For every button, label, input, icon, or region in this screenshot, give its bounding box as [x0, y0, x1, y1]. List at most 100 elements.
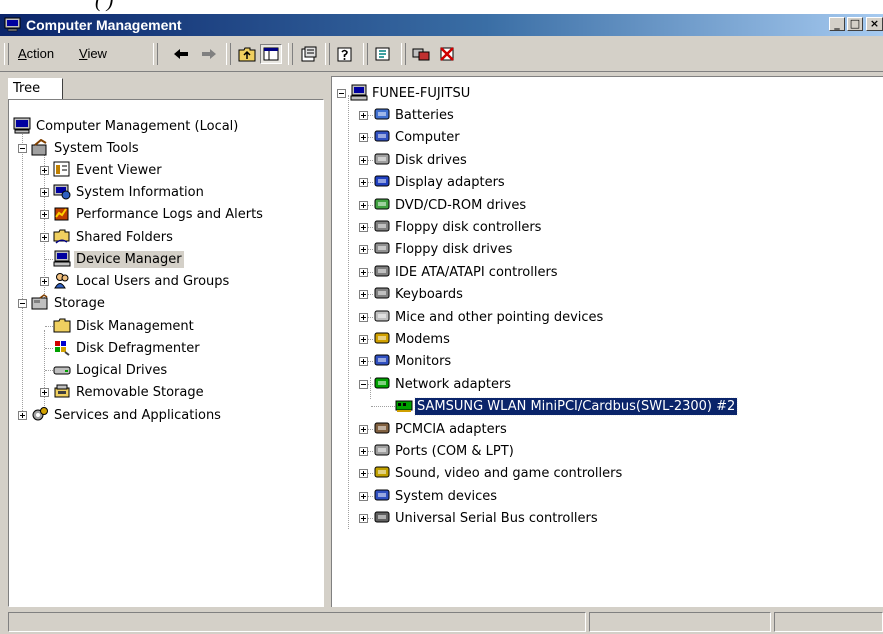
forward-button[interactable]	[198, 44, 220, 64]
help-button[interactable]	[334, 44, 356, 64]
expand-toggle[interactable]	[359, 178, 368, 187]
device-category-label: Floppy disk drives	[395, 242, 513, 257]
device-list-pane[interactable]: FUNEE-FUJITSU Batteries Computer Disk driv…	[331, 76, 883, 607]
expand-toggle[interactable]	[359, 201, 368, 210]
expand-toggle[interactable]	[359, 335, 368, 344]
device-category-label: Disk drives	[395, 153, 467, 168]
export-list-button[interactable]	[372, 44, 394, 64]
computer-name: FUNEE-FUJITSU	[372, 86, 471, 101]
computer-management-icon	[4, 17, 21, 32]
expand-toggle[interactable]	[18, 411, 27, 420]
disk-drive-icon	[374, 153, 390, 165]
connect-button[interactable]	[410, 44, 432, 64]
minimize-button[interactable]: _	[829, 17, 845, 31]
expand-toggle[interactable]	[40, 277, 49, 286]
export-list-icon	[375, 47, 390, 61]
sound-icon	[374, 466, 390, 478]
device-category-label: Mice and other pointing devices	[395, 310, 604, 325]
expand-toggle[interactable]	[359, 313, 368, 322]
title-bar[interactable]: Computer Management _ □ ×	[0, 14, 883, 36]
pcmcia-icon	[374, 422, 390, 434]
expand-toggle[interactable]	[359, 514, 368, 523]
computer-management-window: Computer Management _ □ × Action View Tr…	[0, 14, 883, 634]
forward-arrow-icon	[202, 49, 216, 59]
menu-action[interactable]: Action	[18, 46, 54, 61]
tab-strip: Tree	[8, 76, 63, 100]
expand-toggle[interactable]	[359, 357, 368, 366]
device-category-label: Modems	[395, 332, 450, 347]
performance-logs-icon	[54, 207, 69, 221]
device-category-label: Keyboards	[395, 287, 463, 302]
expand-toggle[interactable]	[359, 111, 368, 120]
status-panel-3	[774, 612, 883, 632]
tree-label: Removable Storage	[76, 385, 204, 400]
tree-label: Device Manager	[74, 251, 184, 268]
tree-label: System Tools	[54, 141, 139, 156]
defragmenter-icon	[55, 341, 70, 356]
expand-toggle[interactable]	[359, 245, 368, 254]
tree-line	[371, 406, 395, 407]
toolbar-grip	[153, 43, 158, 65]
computer-icon	[13, 117, 31, 134]
expand-toggle[interactable]	[40, 233, 49, 242]
properties-button[interactable]	[298, 44, 320, 64]
expand-toggle[interactable]	[359, 223, 368, 232]
expand-toggle[interactable]	[359, 447, 368, 456]
disconnect-button[interactable]	[436, 44, 458, 64]
expand-toggle[interactable]	[359, 492, 368, 501]
caption-fragment: ( )	[0, 0, 883, 14]
disconnect-icon	[440, 47, 454, 61]
expand-toggle[interactable]	[359, 290, 368, 299]
monitor-icon	[374, 354, 390, 366]
back-button[interactable]	[170, 44, 192, 64]
up-folder-icon	[238, 47, 256, 62]
close-button[interactable]: ×	[866, 17, 883, 31]
connect-icon	[412, 48, 430, 61]
collapse-toggle[interactable]	[18, 299, 27, 308]
expand-toggle[interactable]	[359, 469, 368, 478]
menu-action-accel: A	[18, 46, 27, 61]
expand-toggle[interactable]	[359, 156, 368, 165]
storage-icon	[31, 294, 48, 310]
expand-toggle[interactable]	[40, 210, 49, 219]
status-panel-2	[589, 612, 771, 632]
port-icon	[374, 444, 390, 456]
show-hide-tree-button[interactable]	[260, 44, 282, 64]
collapse-toggle[interactable]	[359, 380, 368, 389]
help-icon	[337, 47, 352, 62]
device-category-label: Display adapters	[395, 175, 505, 190]
tree-line	[22, 127, 23, 419]
menu-view-label: iew	[87, 46, 107, 61]
tree-label: Storage	[54, 296, 105, 311]
expand-toggle[interactable]	[359, 268, 368, 277]
tree-line	[45, 326, 53, 327]
menu-view[interactable]: View	[79, 46, 107, 61]
computer-icon	[374, 130, 390, 142]
collapse-toggle[interactable]	[337, 89, 346, 98]
expand-toggle[interactable]	[359, 133, 368, 142]
status-panel-main	[8, 612, 586, 632]
tab-tree[interactable]: Tree	[8, 78, 63, 100]
tree-line	[45, 348, 53, 349]
expand-toggle[interactable]	[40, 388, 49, 397]
expand-toggle[interactable]	[40, 188, 49, 197]
device-category-label: System devices	[395, 489, 498, 504]
network-adapter-icon	[395, 400, 413, 412]
tree-label: Services and Applications	[54, 408, 221, 423]
tree-line	[45, 370, 53, 371]
up-one-level-button[interactable]	[236, 44, 258, 64]
floppy-controller-icon	[374, 220, 390, 232]
expand-toggle[interactable]	[40, 166, 49, 175]
device-category-label: DVD/CD-ROM drives	[395, 198, 527, 213]
usb-icon	[374, 511, 390, 523]
maximize-button[interactable]: □	[847, 17, 863, 31]
collapse-toggle[interactable]	[18, 144, 27, 153]
tree-pane[interactable]: Computer Management (Local) System Tools…	[8, 99, 324, 607]
tree-label: Logical Drives	[76, 363, 168, 378]
expand-toggle[interactable]	[359, 425, 368, 434]
tree-label: Performance Logs and Alerts	[76, 207, 263, 222]
battery-icon	[374, 108, 390, 120]
toolbar: Action View	[0, 37, 883, 72]
toolbar-sep-2	[288, 43, 293, 65]
tree-line	[370, 377, 371, 399]
